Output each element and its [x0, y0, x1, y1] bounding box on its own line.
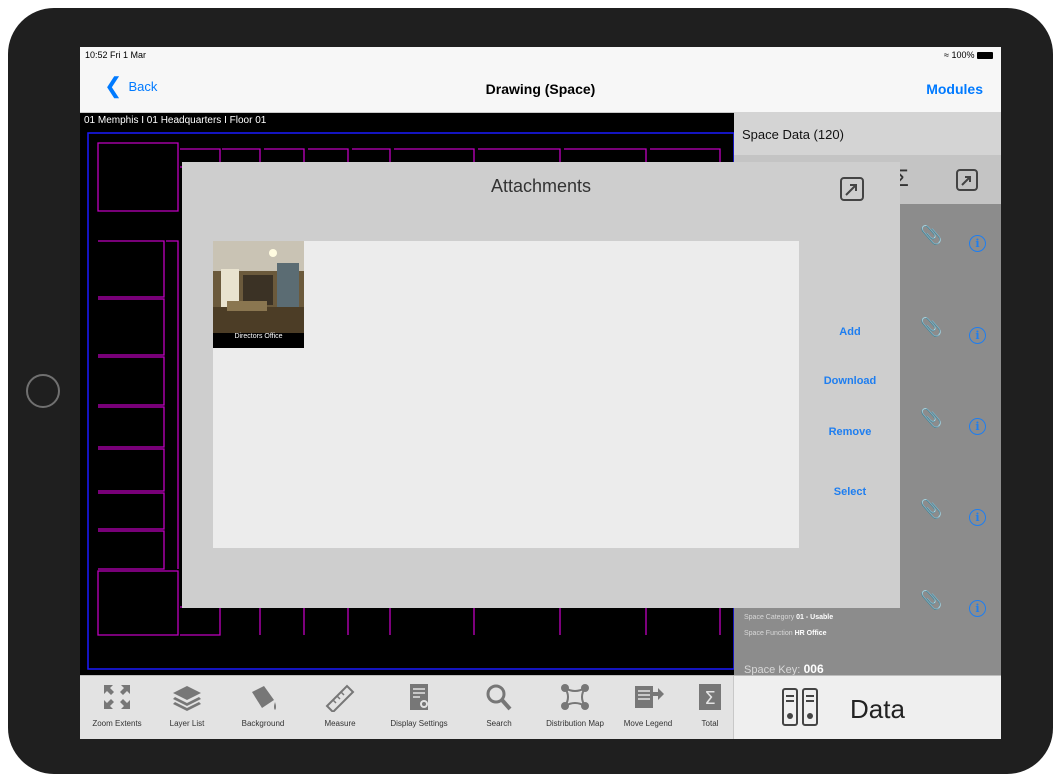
info-icon[interactable]: i: [969, 235, 986, 252]
distribution-map-icon: [561, 684, 589, 710]
tool-label: Move Legend: [623, 719, 673, 728]
space-data-title: Space Data (120): [742, 127, 844, 142]
search-button[interactable]: Search: [464, 682, 534, 728]
paint-bucket-icon: [252, 686, 276, 710]
office-photo: [213, 241, 304, 333]
list-item: 📎 i: [914, 408, 1001, 438]
measure-button[interactable]: Measure: [305, 682, 375, 728]
attachment-caption: Directors Office: [234, 333, 283, 340]
space-data-header: Space Data (120): [734, 112, 1001, 155]
attachment-thumbnail[interactable]: Directors Office: [213, 241, 304, 348]
select-button[interactable]: Select: [802, 486, 898, 498]
tool-label: Zoom Extents: [92, 719, 142, 728]
nav-bar: ❮ Back Drawing (Space) Modules: [80, 64, 1001, 113]
info-icon[interactable]: i: [969, 327, 986, 344]
tool-label: Search: [486, 719, 512, 728]
list-item: 📎 i: [914, 317, 1001, 347]
space-function-label: Space Function: [744, 630, 793, 637]
search-icon: [486, 684, 512, 711]
tool-label: Layer List: [169, 719, 205, 728]
battery-icon: [977, 52, 993, 60]
space-function-value: HR Office: [794, 630, 827, 637]
paperclip-icon[interactable]: 📎: [920, 317, 942, 338]
expand-icon[interactable]: [838, 175, 866, 203]
download-button[interactable]: Download: [802, 375, 898, 387]
battery-indicator: ≈ 100%: [944, 50, 993, 60]
move-legend-icon: [635, 686, 664, 708]
home-button[interactable]: [26, 374, 60, 408]
wifi-icon: ≈: [943, 50, 949, 60]
move-legend-button[interactable]: Move Legend: [613, 682, 683, 728]
background-button[interactable]: Background: [228, 682, 298, 728]
modal-title: Attachments: [490, 176, 592, 196]
breadcrumb: 01 Memphis I 01 Headquarters I Floor 01: [84, 115, 267, 126]
tool-label: Display Settings: [390, 719, 448, 728]
expand-icon[interactable]: [954, 167, 980, 193]
attachments-grid: Directors Office: [213, 241, 799, 548]
paperclip-icon[interactable]: 📎: [920, 408, 942, 429]
status-bar: 10:52 Fri 1 Mar ≈ 100%: [80, 47, 1001, 64]
list-item: 📎 i: [914, 225, 1001, 255]
space-category-row: Space Category 01 - Usable: [744, 614, 833, 621]
settings-page-icon: [410, 684, 428, 710]
display-settings-button[interactable]: Display Settings: [384, 682, 454, 728]
status-time: 10:52 Fri 1 Mar: [85, 50, 147, 60]
list-item: 📎 i: [914, 499, 1001, 529]
paperclip-icon[interactable]: 📎: [920, 590, 942, 611]
tool-label: Distribution Map: [546, 719, 604, 728]
space-function-row: Space Function HR Office: [744, 630, 827, 637]
info-icon[interactable]: i: [969, 600, 986, 617]
space-key-row: Space Key: 006: [744, 662, 824, 676]
tool-label: Total: [701, 719, 719, 728]
tool-label: Background: [241, 719, 285, 728]
svg-text:Σ: Σ: [704, 688, 715, 709]
paperclip-icon[interactable]: 📎: [920, 225, 942, 246]
data-tab-label: Data: [850, 694, 905, 724]
distribution-map-button[interactable]: Distribution Map: [540, 682, 610, 728]
layer-list-button[interactable]: Layer List: [152, 682, 222, 728]
zoom-extents-icon: [104, 685, 130, 709]
page-title: Drawing (Space): [485, 81, 596, 97]
total-button[interactable]: Σ Total: [685, 682, 735, 728]
zoom-extents-button[interactable]: Zoom Extents: [82, 682, 152, 728]
modules-button[interactable]: Modules: [926, 81, 983, 97]
space-category-label: Space Category: [744, 614, 795, 621]
bottom-toolbar: Zoom Extents Layer List Background Measu…: [80, 675, 1001, 739]
screen: 10:52 Fri 1 Mar ≈ 100% ❮ Back Drawing (S…: [80, 47, 1001, 739]
attachments-modal: Attachments Directors Office Add Downloa…: [182, 162, 900, 608]
list-item: 📎 i: [914, 590, 1001, 620]
data-tab[interactable]: Data: [733, 676, 1001, 739]
tool-label: Measure: [324, 719, 356, 728]
add-button[interactable]: Add: [802, 326, 898, 338]
paperclip-icon[interactable]: 📎: [920, 499, 942, 520]
battery-percent: 100%: [951, 50, 975, 60]
layers-icon: [173, 686, 201, 711]
space-key-value: 006: [803, 662, 824, 676]
info-icon[interactable]: i: [969, 418, 986, 435]
remove-button[interactable]: Remove: [802, 426, 898, 438]
info-icon[interactable]: i: [969, 509, 986, 526]
sigma-icon: Σ: [699, 684, 721, 710]
ruler-icon: [325, 684, 355, 714]
space-category-value: 01 - Usable: [796, 614, 834, 621]
data-icon: [782, 688, 818, 726]
